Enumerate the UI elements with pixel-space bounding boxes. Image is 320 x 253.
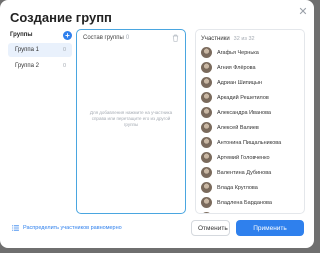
avatar xyxy=(201,197,212,208)
participant-name: Александра Иванова xyxy=(217,109,271,116)
participant-item[interactable]: Адриан Шипицын xyxy=(196,75,304,90)
participant-name: Владлена Барданова xyxy=(217,199,272,206)
list-icon xyxy=(12,225,19,231)
participant-name: Влада Круглова xyxy=(217,184,258,191)
composition-title: Состав группы 0 xyxy=(83,35,129,41)
participant-item[interactable]: Александра Иванова xyxy=(196,105,304,120)
avatar xyxy=(201,122,212,133)
participant-name: Агния Флёрова xyxy=(217,64,256,71)
groups-title: Группы xyxy=(10,32,33,38)
composition-hint: Для добавления нажмите на участника спра… xyxy=(89,110,173,127)
participant-item[interactable]: Артемий Головченко xyxy=(196,150,304,165)
participants-list: Агафья Чернька Агния Флёрова Адриан Шипицы… xyxy=(196,45,304,213)
participant-item[interactable]: Владлена Барданова xyxy=(196,195,304,210)
avatar xyxy=(201,77,212,88)
group-item-label: Группа 1 xyxy=(15,47,40,53)
avatar xyxy=(201,92,212,103)
participant-item[interactable]: Агния Флёрова xyxy=(196,60,304,75)
avatar xyxy=(201,167,212,178)
group-item-label: Группа 2 xyxy=(15,63,40,69)
distribute-evenly-link[interactable]: Распределить участников равномерно xyxy=(12,225,122,231)
group-item[interactable]: Группа 1 0 xyxy=(8,43,72,57)
composition-header: Состав группы 0 xyxy=(77,32,185,44)
dialog-title: Создание групп xyxy=(10,10,112,25)
groups-panel: Группы + Группа 1 0 Группа 2 0 xyxy=(8,29,72,214)
group-composition-panel[interactable]: Состав группы 0 Для добавления нажмите на… xyxy=(76,29,186,214)
avatar xyxy=(201,62,212,73)
groups-header: Группы + xyxy=(8,29,72,41)
participants-count: 32 из 32 xyxy=(233,36,255,42)
composition-count: 0 xyxy=(125,35,130,41)
group-item[interactable]: Группа 2 0 xyxy=(8,59,72,73)
participant-item[interactable]: Антонина Пищальникова xyxy=(196,135,304,150)
participants-header: Участники 32 из 32 xyxy=(196,33,304,45)
participant-item[interactable]: Аркадий Решетилов xyxy=(196,90,304,105)
participant-name: Валентина Дубинова xyxy=(217,169,272,176)
close-icon[interactable]: ✕ xyxy=(298,7,308,18)
cancel-button[interactable]: Отменить xyxy=(191,220,230,236)
avatar xyxy=(201,137,212,148)
participant-name: Адриан Шипицын xyxy=(217,79,262,86)
participant-item[interactable]: Агафья Чернька xyxy=(196,45,304,60)
group-list: Группа 1 0 Группа 2 0 xyxy=(8,43,72,73)
plus-icon[interactable]: + xyxy=(63,30,72,40)
avatar xyxy=(201,212,212,213)
avatar xyxy=(201,107,212,118)
participant-name: Агафья Чернька xyxy=(217,49,259,56)
composition-title-label: Состав группы xyxy=(83,35,124,41)
avatar xyxy=(201,152,212,163)
participants-panel: Участники 32 из 32 Агафья Чернька Агния Ф… xyxy=(195,29,305,214)
participant-name: Аркадий Решетилов xyxy=(217,94,269,101)
participant-item[interactable]: Алексей Валиев xyxy=(196,120,304,135)
participant-name: Антонина Пищальникова xyxy=(217,139,282,146)
create-groups-dialog: Создание групп ✕ Группы + Группа 1 0 Групп… xyxy=(0,0,314,248)
participant-item[interactable]: Валентина Дубинова xyxy=(196,165,304,180)
participants-title: Участники xyxy=(201,36,230,42)
participant-item[interactable]: Владлен Барданов xyxy=(196,210,304,213)
avatar xyxy=(201,182,212,193)
group-item-count: 0 xyxy=(62,63,66,69)
trash-icon[interactable] xyxy=(172,34,179,42)
participant-name: Артемий Головченко xyxy=(217,154,270,161)
apply-groups-button[interactable]: Применить группы xyxy=(236,220,304,248)
distribute-label: Распределить участников равномерно xyxy=(23,225,122,231)
avatar xyxy=(201,47,212,58)
participant-item[interactable]: Влада Круглова xyxy=(196,180,304,195)
participant-name: Алексей Валиев xyxy=(217,124,259,131)
group-item-count: 0 xyxy=(62,47,66,53)
